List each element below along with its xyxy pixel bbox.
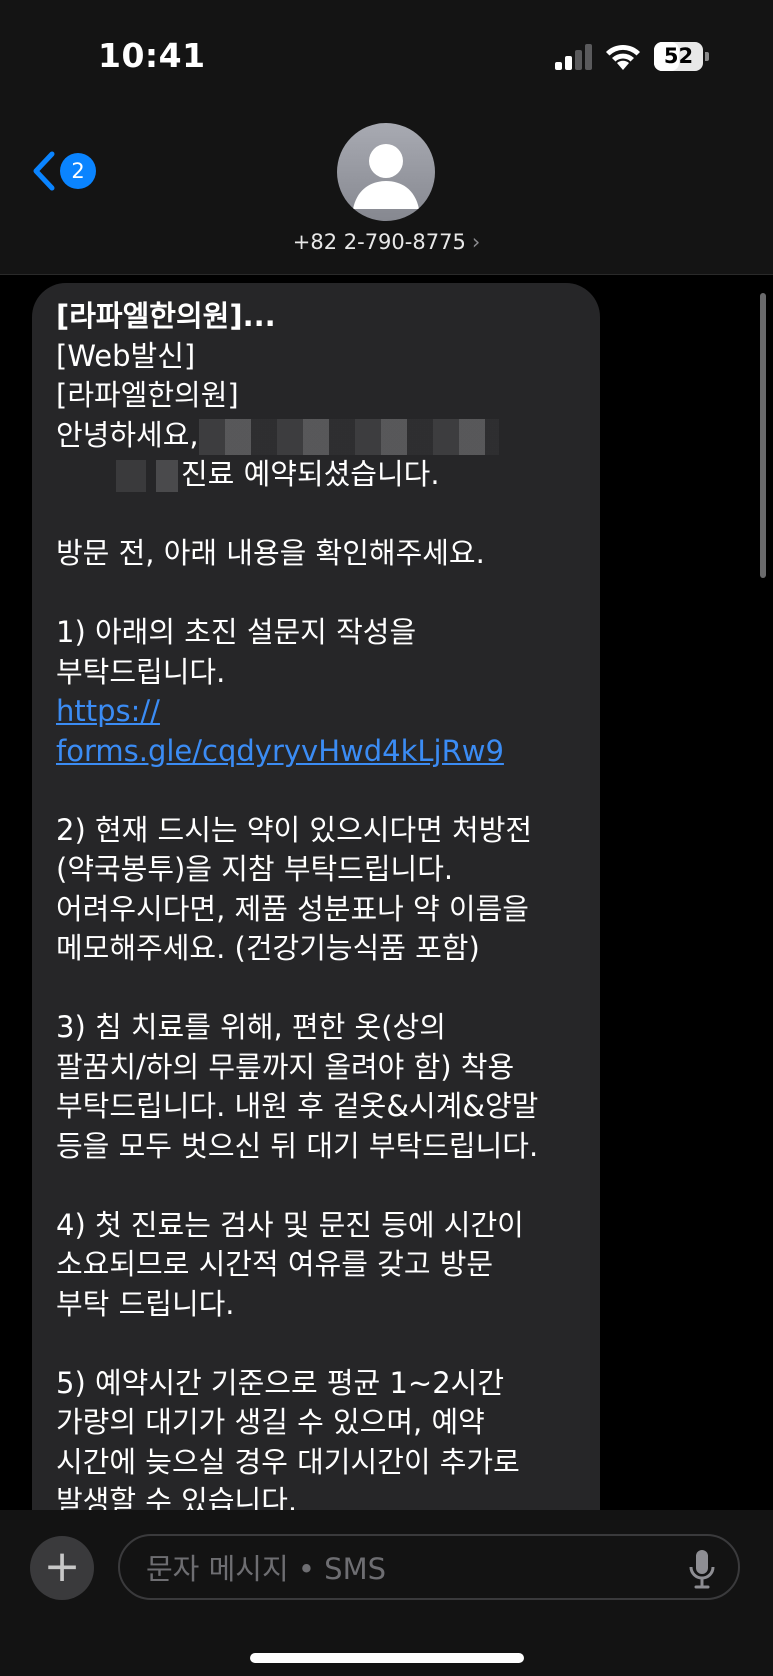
chevron-left-icon — [33, 151, 55, 191]
redacted-block — [56, 460, 181, 492]
contact-number-text: +82 2-790-8775 — [292, 230, 466, 254]
message-line: 어려우시다면, 제품 성분표나 약 이름을 — [56, 890, 596, 930]
message-line: 시간에 늦으실 경우 대기시간이 추가로 — [56, 1443, 596, 1483]
message-text: 메모해주세요. (건강기능식품 포함) — [56, 931, 480, 965]
contact-number[interactable]: +82 2-790-8775 › — [0, 230, 773, 254]
status-bar: 10:41 52 — [0, 0, 773, 110]
message-line: 가량의 대기가 생길 수 있으며, 예약 — [56, 1403, 596, 1443]
home-indicator — [250, 1653, 524, 1663]
signal-bar — [565, 56, 572, 70]
message-text: 소요되므로 시간적 여유를 갖고 방문 — [56, 1247, 494, 1281]
message-text: (약국봉투)을 지참 부탁드립니다. — [56, 852, 454, 886]
unread-count-badge: 2 — [60, 153, 96, 189]
message-text: [Web발신] — [56, 338, 196, 373]
message-text: 방문 전, 아래 내용을 확인해주세요. — [56, 536, 485, 570]
message-bubble[interactable]: [라파엘한의원]... [Web발신] [라파엘한의원] 안녕하세요, 진료 예약되셨습… — [32, 283, 600, 1613]
message-line: 4) 첫 진료는 검사 및 문진 등에 시간이 — [56, 1206, 596, 1246]
message-line: 부탁드립니다. — [56, 653, 596, 693]
message-text: [라파엘한의원]... — [56, 299, 276, 333]
apps-plus-button[interactable]: + — [30, 1536, 94, 1600]
message-line: 등을 모두 벗으신 뒤 대기 부탁드립니다. — [56, 1127, 596, 1167]
chevron-right-icon: › — [471, 230, 481, 254]
message-text: 등을 모두 벗으신 뒤 대기 부탁드립니다. — [56, 1128, 539, 1163]
message-text: 1) 아래의 초진 설문지 작성을 — [56, 615, 417, 649]
message-line: 팔꿈치/하의 무릎까지 올려야 함) 착용 — [56, 1048, 596, 1088]
message-line — [56, 969, 596, 1009]
message-line[interactable]: forms.gle/cqdyryvHwd4kLjRw9 — [56, 732, 596, 772]
message-link[interactable]: forms.gle/cqdyryvHwd4kLjRw9 — [56, 734, 504, 768]
message-text: 안녕하세요, — [56, 417, 199, 452]
message-line: 3) 침 치료를 위해, 편한 옷(상의 — [56, 1008, 596, 1048]
message-line — [56, 1166, 596, 1206]
message-line: 메모해주세요. (건강기능식품 포함) — [56, 929, 596, 969]
messages-screen: 10:41 52 2 +82 2-790-8775 › [라파엘한의원]... … — [0, 0, 773, 1676]
composer-bar: + — [0, 1510, 773, 1676]
message-line: [라파엘한의원]... — [56, 297, 596, 337]
message-line: [라파엘한의원] — [56, 376, 596, 416]
message-line: 진료 예약되셨습니다. — [56, 455, 596, 495]
message-text: 팔꿈치/하의 무릎까지 올려야 함) 착용 — [56, 1049, 515, 1084]
message-line: 부탁드립니다. 내원 후 겉옷&시계&양말 — [56, 1087, 596, 1127]
message-input[interactable] — [144, 1544, 668, 1594]
message-text: 5) 예약시간 기준으로 평균 1~2시간 — [56, 1365, 504, 1400]
message-line: 2) 현재 드시는 약이 있으시다면 처방전 — [56, 811, 596, 851]
message-text: 부탁드립니다. — [56, 654, 226, 689]
message-text: 2) 현재 드시는 약이 있으시다면 처방전 — [56, 812, 533, 847]
cellular-signal-icon — [555, 44, 593, 70]
redacted-block — [198, 418, 499, 455]
message-text: 진료 예약되셨습니다. — [181, 457, 440, 491]
contact-avatar[interactable] — [337, 123, 435, 221]
message-line: 소요되므로 시간적 여유를 갖고 방문 — [56, 1245, 596, 1285]
message-line: 부탁 드립니다. — [56, 1285, 596, 1325]
signal-bar — [585, 44, 592, 70]
back-button[interactable]: 2 — [28, 146, 100, 196]
message-line: (약국봉투)을 지참 부탁드립니다. — [56, 850, 596, 890]
message-line — [56, 495, 596, 535]
message-line[interactable]: https:// — [56, 692, 596, 732]
message-line: 방문 전, 아래 내용을 확인해주세요. — [56, 534, 596, 574]
message-text: [라파엘한의원] — [56, 378, 239, 412]
message-link[interactable]: https:// — [56, 694, 160, 728]
microphone-icon[interactable] — [686, 1548, 718, 1590]
person-icon — [353, 144, 419, 209]
message-input-field[interactable] — [118, 1534, 740, 1600]
message-text: 부탁드립니다. 내원 후 겉옷&시계&양말 — [56, 1089, 539, 1123]
message-text: 가량의 대기가 생길 수 있으며, 예약 — [56, 1405, 485, 1439]
message-line: 5) 예약시간 기준으로 평균 1~2시간 — [56, 1364, 596, 1404]
message-body: [라파엘한의원]... [Web발신] [라파엘한의원] 안녕하세요, 진료 예약되셨습… — [56, 297, 596, 1522]
message-line — [56, 771, 596, 811]
message-line: 안녕하세요, — [56, 416, 596, 456]
message-line — [56, 574, 596, 614]
message-line — [56, 1324, 596, 1364]
battery-percent: 52 — [663, 44, 694, 68]
signal-bar — [575, 50, 582, 70]
message-text: 부탁 드립니다. — [56, 1286, 235, 1321]
message-text: 시간에 늦으실 경우 대기시간이 추가로 — [56, 1444, 520, 1479]
battery-icon: 52 — [654, 42, 709, 71]
message-text: 4) 첫 진료는 검사 및 문진 등에 시간이 — [56, 1207, 524, 1242]
message-line: [Web발신] — [56, 337, 596, 377]
scrollbar[interactable] — [760, 293, 766, 578]
message-text: 3) 침 치료를 위해, 편한 옷(상의 — [56, 1010, 446, 1044]
status-time: 10:41 — [98, 36, 206, 75]
message-text: 어려우시다면, 제품 성분표나 약 이름을 — [56, 891, 529, 926]
signal-bar — [555, 62, 562, 70]
plus-icon: + — [43, 1541, 81, 1592]
conversation-header: 2 +82 2-790-8775 › — [0, 110, 773, 275]
battery-tip — [705, 52, 709, 61]
wifi-icon — [606, 44, 640, 70]
message-line: 1) 아래의 초진 설문지 작성을 — [56, 613, 596, 653]
